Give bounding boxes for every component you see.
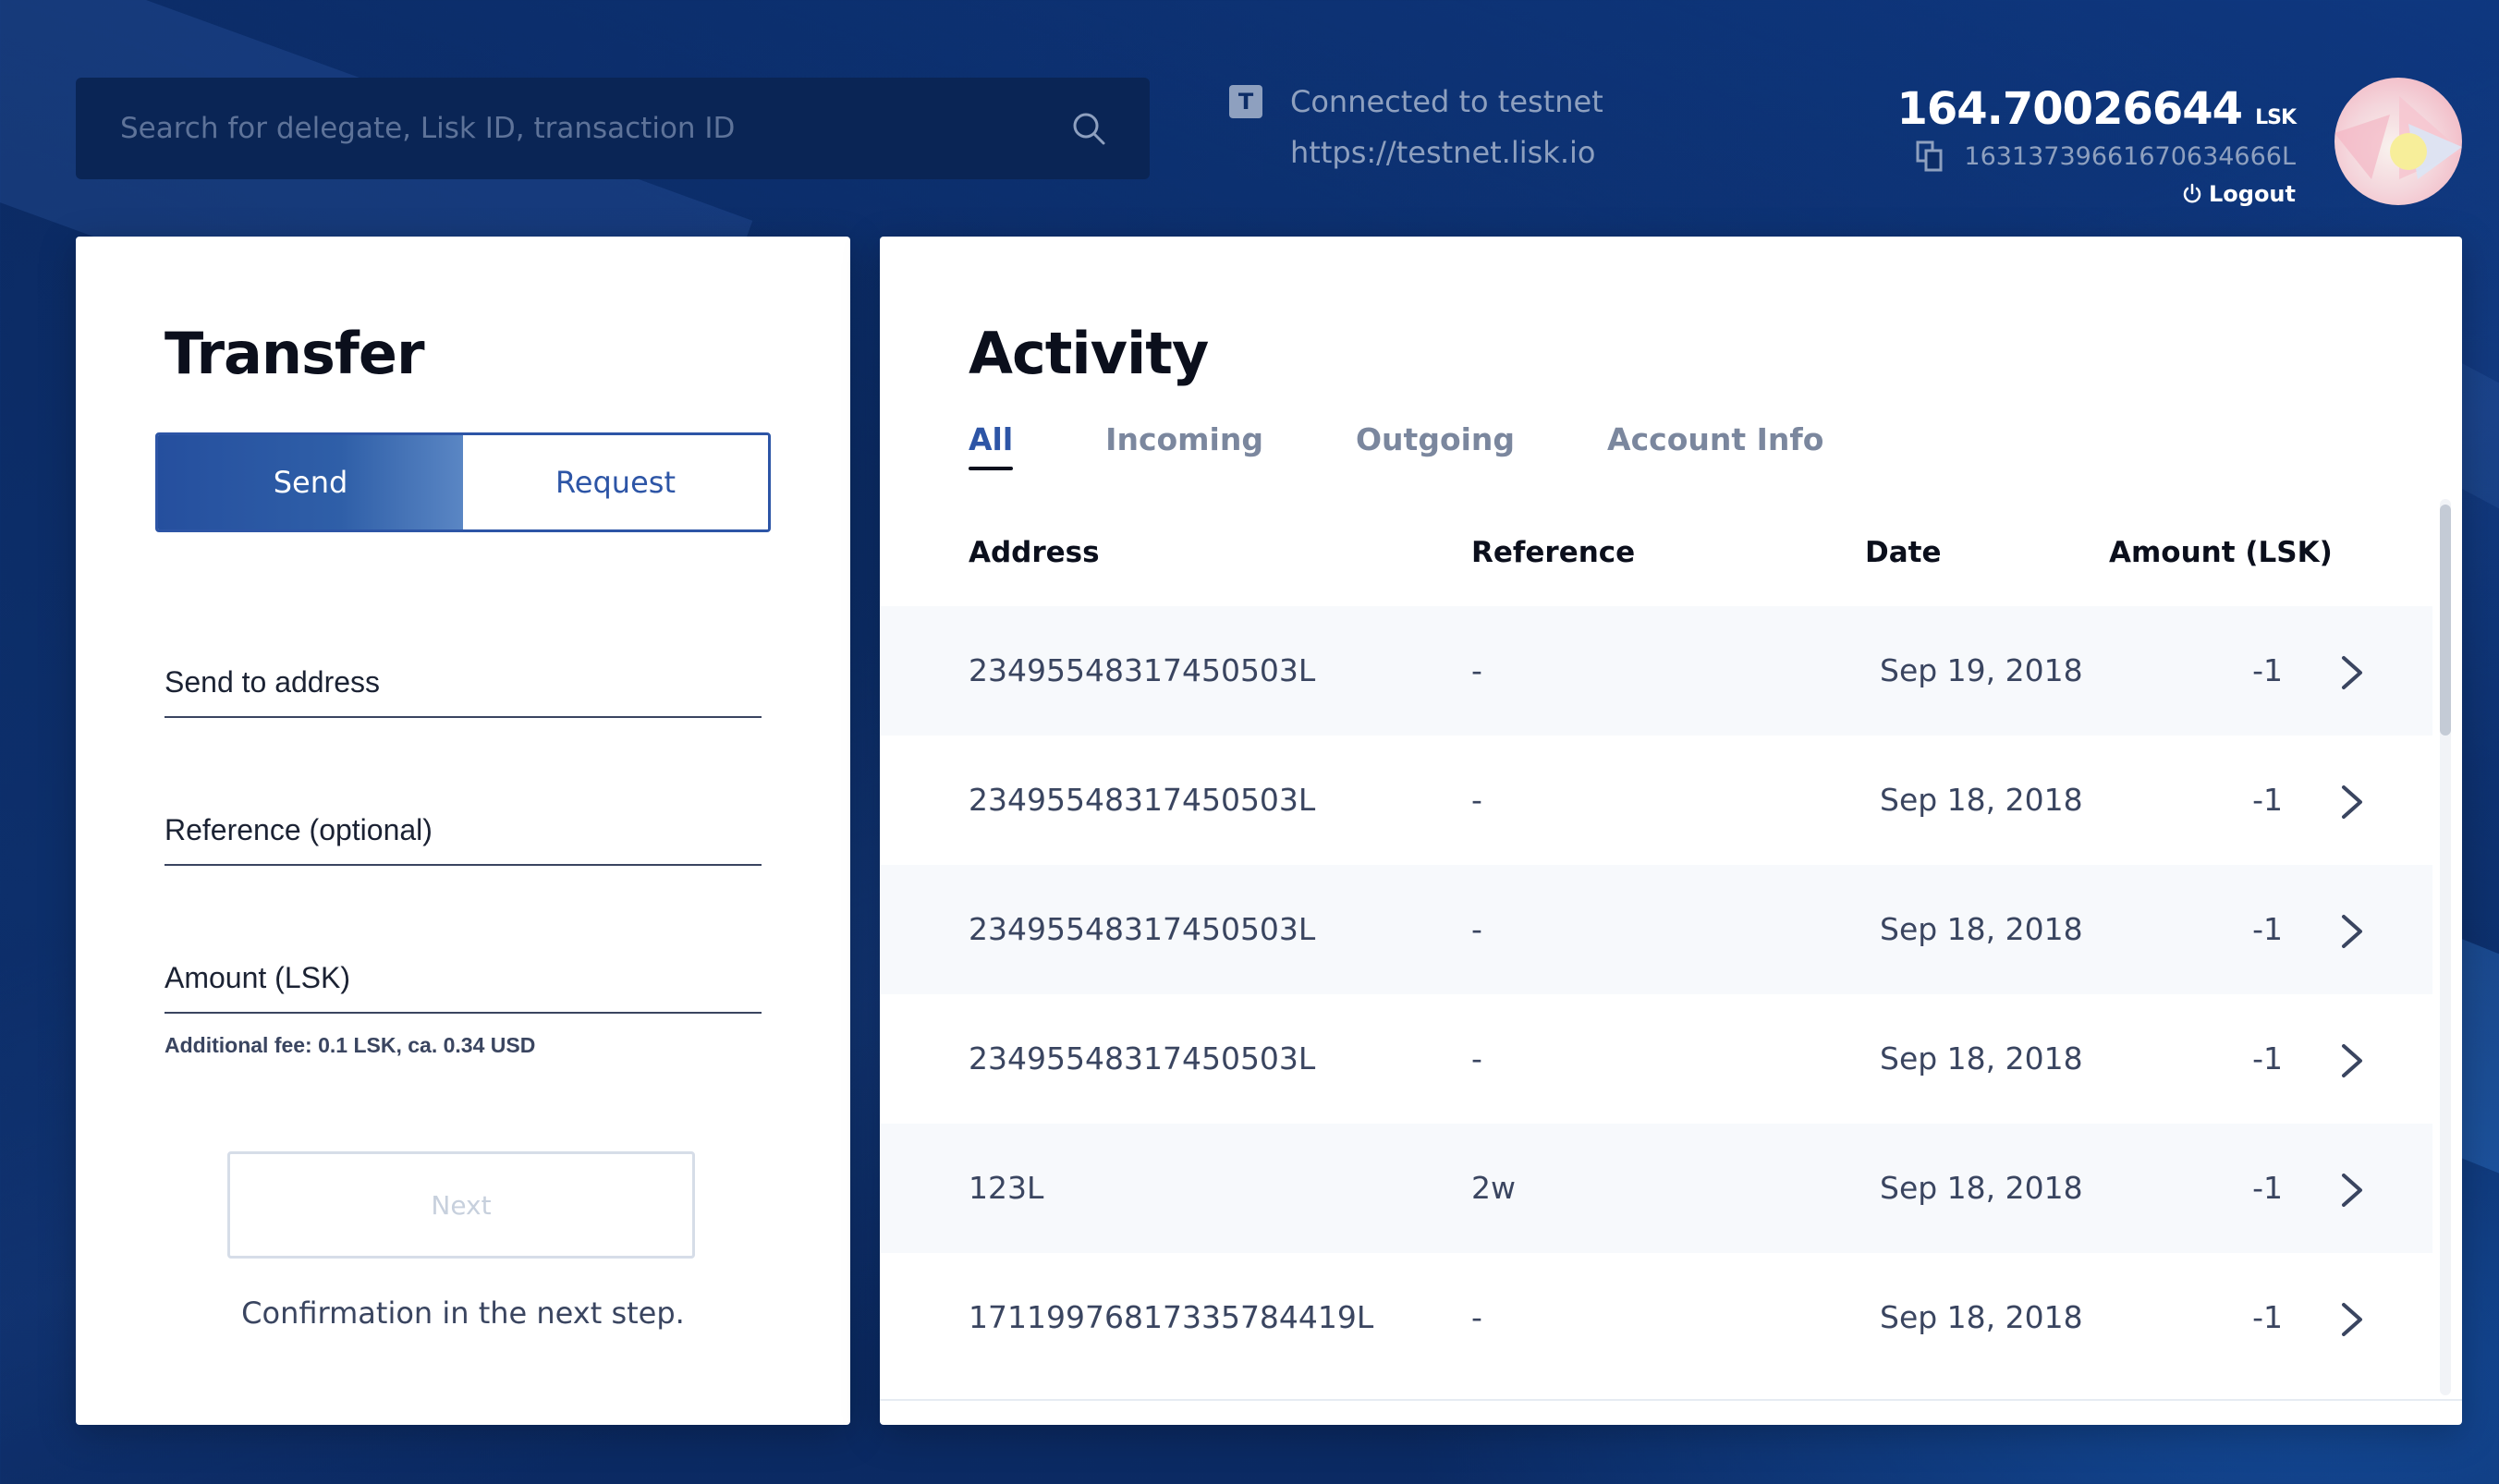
testnet-badge-icon: T [1229,85,1262,118]
chevron-right-icon[interactable] [2340,1301,2364,1338]
table-row[interactable]: 17119976817335784419L - Sep 18, 2018 -1 [880,1253,2432,1382]
row-reference: 2w [1471,1170,1516,1206]
row-reference: - [1471,1040,1482,1077]
scrollbar-thumb[interactable] [2440,505,2451,736]
balance-unit: LSK [2255,106,2297,129]
row-amount: -1 [2252,1170,2283,1206]
confirmation-note: Confirmation in the next step. [241,1295,685,1331]
row-amount: -1 [2252,1040,2283,1077]
reference-input[interactable] [165,813,762,864]
divider [880,1399,2462,1401]
row-reference: - [1471,652,1482,688]
amount-field [165,961,762,1014]
tab-incoming[interactable]: Incoming [1105,421,1263,470]
activity-tabs: All Incoming Outgoing Account Info [969,421,1916,470]
copy-icon[interactable] [1916,140,1944,172]
account-summary: 164.70026644 LSK 16313739661670634666L Lo… [1896,83,2297,209]
row-amount: -1 [2252,1299,2283,1335]
account-balance: 164.70026644 LSK [1896,83,2297,135]
row-date: Sep 18, 2018 [1880,911,2083,947]
power-icon [2183,183,2201,203]
chevron-right-icon[interactable] [2340,784,2364,821]
account-address[interactable]: 16313739661670634666L [1964,142,2296,171]
reference-field [165,813,762,866]
row-amount: -1 [2252,911,2283,947]
chevron-right-icon[interactable] [2340,913,2364,950]
table-row[interactable]: 23495548317450503L - Sep 18, 2018 -1 [880,736,2432,865]
network-url: https://testnet.lisk.io [1290,135,1596,170]
table-row[interactable]: 23495548317450503L - Sep 18, 2018 -1 [880,994,2432,1124]
recipient-address-field [165,665,762,718]
table-row[interactable]: 23495548317450503L - Sep 19, 2018 -1 [880,606,2432,736]
logout-label: Logout [2208,181,2296,207]
table-header: Address Reference Date Amount (LSK) [969,536,2462,582]
table-row[interactable]: 123L 2w Sep 18, 2018 -1 [880,1124,2432,1253]
row-reference: - [1471,782,1482,818]
tab-outgoing[interactable]: Outgoing [1356,421,1515,470]
column-header-address: Address [969,536,1100,569]
request-tab-button[interactable]: Request [463,435,768,529]
logout-button[interactable]: Logout [2181,181,2296,207]
column-header-date: Date [1865,536,1942,569]
row-address[interactable]: 23495548317450503L [969,782,1315,818]
fee-note: Additional fee: 0.1 LSK, ca. 0.34 USD [165,1033,536,1057]
tab-all[interactable]: All [969,421,1014,470]
row-address[interactable]: 23495548317450503L [969,652,1315,688]
avatar[interactable] [2334,78,2462,205]
row-date: Sep 18, 2018 [1880,1299,2083,1335]
row-date: Sep 18, 2018 [1880,782,2083,818]
balance-value: 164.70026644 [1896,83,2243,135]
avatar-pattern-icon [2334,96,2462,179]
tab-account-info[interactable]: Account Info [1607,421,1823,470]
send-tab-button[interactable]: Send [158,435,463,529]
network-status: T Connected to testnet https://testnet.l… [1229,78,1603,170]
recipient-address-input[interactable] [165,665,762,716]
row-amount: -1 [2252,652,2283,688]
row-reference: - [1471,1299,1482,1335]
row-date: Sep 19, 2018 [1880,652,2083,688]
row-address[interactable]: 23495548317450503L [969,911,1315,947]
search-input[interactable] [118,111,1070,146]
row-address[interactable]: 23495548317450503L [969,1040,1315,1077]
search-bar [76,78,1150,179]
row-amount: -1 [2252,782,2283,818]
row-date: Sep 18, 2018 [1880,1040,2083,1077]
row-date: Sep 18, 2018 [1880,1170,2083,1206]
row-address[interactable]: 123L [969,1170,1043,1206]
chevron-right-icon[interactable] [2340,654,2364,691]
transaction-list: 23495548317450503L - Sep 19, 2018 -1 234… [880,606,2432,1382]
activity-title: Activity [969,320,1209,387]
amount-input[interactable] [165,961,762,1012]
table-row[interactable]: 23495548317450503L - Sep 18, 2018 -1 [880,865,2432,994]
next-button[interactable]: Next [227,1151,695,1259]
chevron-right-icon[interactable] [2340,1172,2364,1209]
row-address[interactable]: 17119976817335784419L [969,1299,1373,1335]
search-icon[interactable] [1070,110,1107,147]
transfer-title: Transfer [165,320,425,387]
activity-card: Activity All Incoming Outgoing Account I… [880,237,2462,1425]
column-header-amount: Amount (LSK) [2109,536,2333,569]
network-status-text: Connected to testnet [1290,84,1603,119]
chevron-right-icon[interactable] [2340,1042,2364,1079]
account-address-row: 16313739661670634666L [1896,140,2296,172]
column-header-reference: Reference [1471,536,1636,569]
transfer-mode-toggle: Send Request [155,432,771,532]
transfer-card: Transfer Send Request Additional fee: 0.… [76,237,850,1425]
row-reference: - [1471,911,1482,947]
